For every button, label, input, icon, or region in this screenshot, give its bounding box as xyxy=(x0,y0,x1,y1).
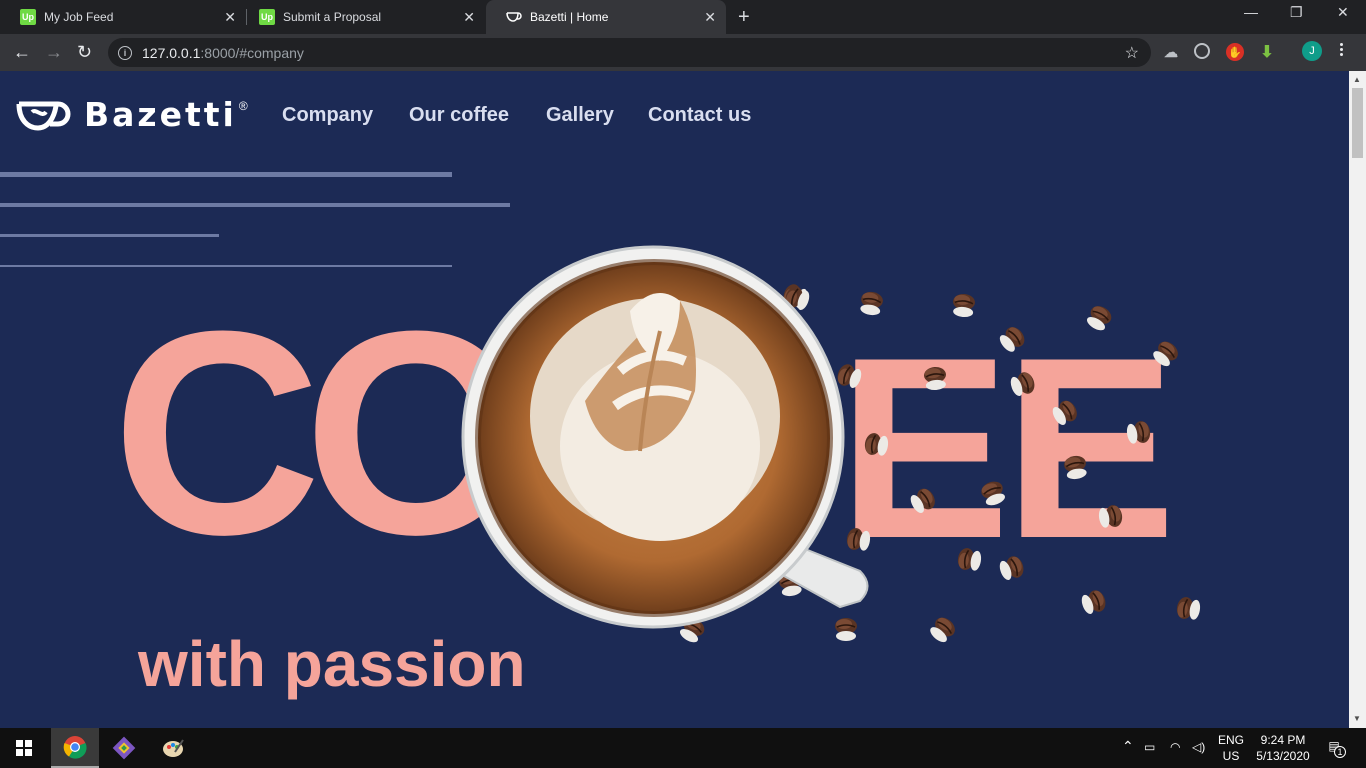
address-bar[interactable]: i 127.0.0.1:8000/#company ☆ xyxy=(108,38,1151,67)
scrollbar-thumb[interactable] xyxy=(1352,88,1363,158)
upwork-icon: Up xyxy=(20,9,36,25)
decorative-line xyxy=(0,172,452,177)
coffee-cup-image xyxy=(461,245,869,629)
nav-our-coffee[interactable]: Our coffee xyxy=(409,104,509,127)
decorative-line xyxy=(0,265,452,267)
extension-link-icon[interactable] xyxy=(1194,43,1210,59)
browser-menu-icon[interactable] xyxy=(1340,41,1346,58)
close-tab-icon[interactable]: ✕ xyxy=(224,9,236,26)
tab-title: Bazetti | Home xyxy=(530,10,609,24)
tray-wifi-icon[interactable]: ◠ xyxy=(1170,739,1180,755)
hero-word-left: CO xyxy=(112,271,529,595)
close-window-icon[interactable]: ✕ xyxy=(1337,4,1349,21)
browser-tab-strip: Up My Job Feed ✕ Up Submit a Proposal ✕ … xyxy=(0,0,1366,34)
paint-taskbar-icon[interactable] xyxy=(149,728,197,768)
page-scrollbar[interactable]: ▲ ▼ xyxy=(1349,71,1366,728)
tray-volume-icon[interactable]: ◁) xyxy=(1192,739,1205,755)
extension-cloud-icon[interactable]: ☁ xyxy=(1162,43,1180,61)
chrome-taskbar-icon[interactable] xyxy=(51,728,99,768)
nav-company[interactable]: Company xyxy=(282,104,373,127)
windows-start-icon[interactable] xyxy=(0,728,48,768)
notification-count: 1 xyxy=(1334,746,1346,758)
browser-toolbar: ← → ↻ i 127.0.0.1:8000/#company ☆ ☁ ✋ ⬇ xyxy=(0,34,1366,71)
site-info-icon[interactable]: i xyxy=(118,45,132,60)
minimize-icon[interactable]: — xyxy=(1244,4,1258,20)
close-tab-icon[interactable]: ✕ xyxy=(463,9,475,26)
decorative-line xyxy=(0,203,510,207)
nav-gallery[interactable]: Gallery xyxy=(546,104,614,127)
bazetti-page: Bazetti ® Company Our coffee Gallery Con… xyxy=(0,71,1349,728)
bazetti-cup-logo-icon xyxy=(16,101,71,131)
extension-stop-icon[interactable]: ✋ xyxy=(1226,43,1244,61)
back-icon[interactable]: ← xyxy=(13,42,31,62)
decorative-line xyxy=(0,234,219,237)
tab-title: My Job Feed xyxy=(44,10,114,24)
clock[interactable]: 9:24 PM 5/13/2020 xyxy=(1252,732,1314,764)
clock-time: 9:24 PM xyxy=(1260,733,1306,747)
scroll-up-icon[interactable]: ▲ xyxy=(1353,75,1361,84)
nav-contact-us[interactable]: Contact us xyxy=(648,104,751,127)
url-text: 127.0.0.1:8000/#company xyxy=(142,44,304,61)
bazetti-logo[interactable]: Bazetti ® xyxy=(16,95,248,134)
tab-bazetti-home[interactable]: Bazetti | Home ✕ xyxy=(486,0,726,34)
restore-icon[interactable]: ❐ xyxy=(1290,4,1303,21)
close-tab-icon[interactable]: ✕ xyxy=(704,9,716,26)
tab-title: Submit a Proposal xyxy=(283,10,382,24)
language-indicator[interactable]: ENG US xyxy=(1216,732,1246,764)
brand-name: Bazetti xyxy=(84,95,237,134)
tray-chevron-up-icon[interactable]: ⌃ xyxy=(1122,738,1134,754)
bazetti-cup-icon xyxy=(506,9,522,25)
upwork-icon: Up xyxy=(259,9,275,25)
reload-icon[interactable]: ↻ xyxy=(77,42,92,62)
bookmark-star-icon[interactable]: ☆ xyxy=(1125,43,1139,63)
new-tab-icon[interactable]: + xyxy=(738,6,750,29)
scroll-down-icon[interactable]: ▼ xyxy=(1353,714,1361,723)
tab-my-job-feed[interactable]: Up My Job Feed ✕ xyxy=(0,0,246,34)
windows-taskbar: ⌃ ▭ ◠ ◁) ENG US 9:24 PM 5/13/2020 ▤ 1 xyxy=(0,728,1366,768)
clock-date: 5/13/2020 xyxy=(1256,749,1310,763)
profile-avatar[interactable]: J xyxy=(1302,41,1322,61)
tagline: with passion xyxy=(138,628,526,700)
tab-submit-proposal[interactable]: Up Submit a Proposal ✕ xyxy=(239,0,485,34)
registered-mark: ® xyxy=(238,99,248,113)
git-taskbar-icon[interactable] xyxy=(100,728,148,768)
extension-download-icon[interactable]: ⬇ xyxy=(1258,43,1276,61)
tray-battery-icon[interactable]: ▭ xyxy=(1144,739,1155,755)
forward-icon[interactable]: → xyxy=(45,42,63,62)
action-center-icon[interactable]: ▤ 1 xyxy=(1322,738,1346,758)
